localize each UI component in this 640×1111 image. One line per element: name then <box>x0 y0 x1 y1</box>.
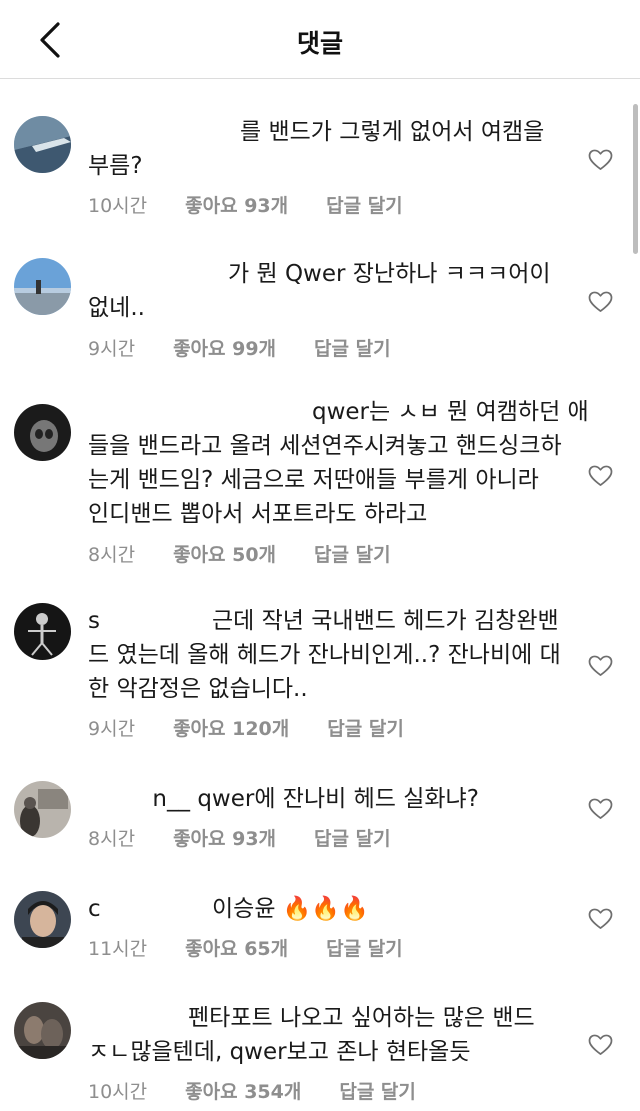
avatar[interactable] <box>14 891 71 948</box>
comment-line: 를 밴드가 그렇게 없어서 여캠을 <box>240 119 545 145</box>
avatar-photo-icon <box>14 404 71 461</box>
comment-time: 8시간 <box>88 828 136 850</box>
reply-button[interactable]: 답글 달기 <box>327 718 404 740</box>
heart-icon[interactable] <box>588 798 613 820</box>
comment-meta: 11시간 좋아요 65개 답글 달기 <box>88 934 441 961</box>
avatar[interactable] <box>14 781 71 838</box>
comment-line: 근데 작년 국내밴드 헤드가 김창완밴 <box>212 608 559 634</box>
heart-icon[interactable] <box>588 465 613 487</box>
comment-line: ㅈㄴ많을텐데, qwer보고 존나 현타올듯 <box>88 1039 471 1065</box>
comment-meta: 8시간 좋아요 93개 답글 달기 <box>88 824 429 851</box>
comment-line: 인디밴드 뽑아서 서포트라도 하라고 <box>88 501 428 527</box>
reply-button[interactable]: 답글 달기 <box>339 1081 416 1103</box>
likes-count[interactable]: 좋아요 65개 <box>185 938 288 960</box>
reply-button[interactable]: 답글 달기 <box>326 195 403 217</box>
comment-line: 펜타포트 나오고 싶어하는 많은 밴드 <box>188 1005 535 1031</box>
comment-time: 10시간 <box>88 1081 148 1103</box>
heart-icon[interactable] <box>588 291 613 313</box>
comment-line: 는게 밴드임? 세금으로 저딴애들 부를게 아니라 <box>88 467 539 493</box>
likes-count[interactable]: 좋아요 120개 <box>173 718 289 740</box>
comment-time: 8시간 <box>88 544 136 566</box>
likes-count[interactable]: 좋아요 99개 <box>173 338 276 360</box>
comment-username[interactable]: c <box>88 892 212 926</box>
comment-line: qwer는 ㅅㅂ 뭔 여캠하던 애 <box>312 399 589 425</box>
likes-count[interactable]: 좋아요 50개 <box>173 544 276 566</box>
comment-text: qwer는 ㅅㅂ 뭔 여캠하던 애 들을 밴드라고 올려 세션연주시켜놓고 핸드… <box>88 395 589 531</box>
likes-count[interactable]: 좋아요 93개 <box>185 195 288 217</box>
reply-button[interactable]: 답글 달기 <box>314 338 391 360</box>
comment-line: qwer에 잔나비 헤드 실화냐? <box>197 786 479 812</box>
likes-count[interactable]: 좋아요 354개 <box>185 1081 301 1103</box>
comment-line: 한 악감정은 없습니다.. <box>88 676 308 702</box>
comment-meta: 10시간 좋아요 93개 답글 달기 <box>88 191 441 218</box>
heart-icon[interactable] <box>588 149 613 171</box>
comment-time: 9시간 <box>88 338 136 360</box>
heart-icon[interactable] <box>588 655 613 677</box>
comment-text: 를 밴드가 그렇게 없어서 여캠을 부름? <box>88 115 568 183</box>
avatar-photo-icon <box>14 1002 71 1059</box>
heart-icon[interactable] <box>588 908 613 930</box>
avatar-photo-icon <box>14 116 71 173</box>
comment-line: 없네.. <box>88 295 145 321</box>
comment-text: 펜타포트 나오고 싶어하는 많은 밴드 ㅈㄴ많을텐데, qwer보고 존나 현타… <box>88 1001 568 1069</box>
comment-username[interactable]: n__ <box>88 782 190 816</box>
heart-icon[interactable] <box>588 1034 613 1056</box>
scrollbar[interactable] <box>633 104 638 254</box>
comment-line: 가 뭔 Qwer 장난하나 ㅋㅋㅋ어이 <box>228 261 551 287</box>
comment-meta: 8시간 좋아요 50개 답글 달기 <box>88 540 429 567</box>
avatar[interactable] <box>14 603 71 660</box>
avatar-photo-icon <box>14 781 71 838</box>
comment-time: 9시간 <box>88 718 136 740</box>
comment-meta: 9시간 좋아요 120개 답글 달기 <box>88 714 442 741</box>
reply-button[interactable]: 답글 달기 <box>314 544 391 566</box>
avatar[interactable] <box>14 258 71 315</box>
comment-line: 들을 밴드라고 올려 세션연주시켜놓고 핸드싱크하 <box>88 433 562 459</box>
avatar[interactable] <box>14 1002 71 1059</box>
page-title: 댓글 <box>296 29 343 58</box>
comment-username[interactable]: s <box>88 604 212 638</box>
comment-meta: 9시간 좋아요 99개 답글 달기 <box>88 334 429 361</box>
comment-text: 가 뭔 Qwer 장난하나 ㅋㅋㅋ어이 없네.. <box>88 257 568 325</box>
comment-meta: 10시간 좋아요 354개 답글 달기 <box>88 1077 454 1104</box>
comment-line: 드 였는데 올해 헤드가 잔나비인게..? 잔나비에 대 <box>88 642 561 668</box>
comment-line: 이승윤 🔥🔥🔥 <box>212 896 369 922</box>
likes-count[interactable]: 좋아요 93개 <box>173 828 276 850</box>
avatar[interactable] <box>14 404 71 461</box>
avatar-photo-icon <box>14 258 71 315</box>
header-bar: 댓글 <box>0 0 640 79</box>
avatar-photo-icon <box>14 603 71 660</box>
reply-button[interactable]: 답글 달기 <box>314 828 391 850</box>
comment-text: c 이승윤 🔥🔥🔥 <box>88 892 568 926</box>
comment-line: 부름? <box>88 153 143 179</box>
avatar-photo-icon <box>14 891 71 948</box>
comment-text: n__ qwer에 잔나비 헤드 실화냐? <box>88 782 568 816</box>
comment-time: 11시간 <box>88 938 148 960</box>
comment-time: 10시간 <box>88 195 148 217</box>
comment-text: s 근데 작년 국내밴드 헤드가 김창완밴 드 였는데 올해 헤드가 잔나비인게.… <box>88 604 568 706</box>
reply-button[interactable]: 답글 달기 <box>326 938 403 960</box>
avatar[interactable] <box>14 116 71 173</box>
